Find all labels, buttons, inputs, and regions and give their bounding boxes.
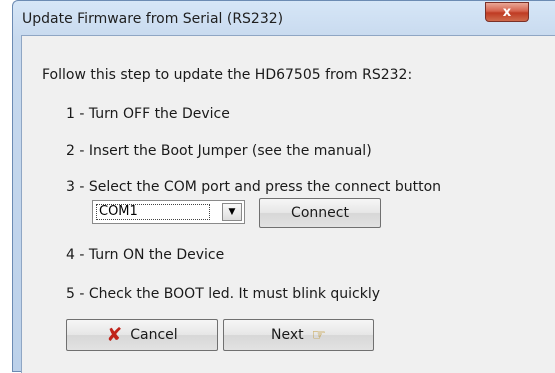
connect-button[interactable]: Connect xyxy=(259,198,381,228)
close-icon: x xyxy=(502,4,512,20)
window-title: Update Firmware from Serial (RS232) xyxy=(22,11,284,27)
step-4-text: 4 - Turn ON the Device xyxy=(66,247,225,263)
connect-label: Connect xyxy=(291,205,349,221)
cancel-button[interactable]: ✘ Cancel xyxy=(66,319,218,351)
next-label: Next xyxy=(271,327,304,343)
title-bar[interactable]: Update Firmware from Serial (RS232) x xyxy=(13,1,555,35)
pointing-hand-icon: ☞ xyxy=(311,325,326,344)
step-2-text: 2 - Insert the Boot Jumper (see the manu… xyxy=(66,143,372,159)
step-3-text: 3 - Select the COM port and press the co… xyxy=(66,179,442,195)
step-1-text: 1 - Turn OFF the Device xyxy=(66,106,230,122)
cancel-label: Cancel xyxy=(130,327,178,343)
com-port-select[interactable]: COM1 ▼ xyxy=(92,200,245,224)
chevron-down-icon[interactable]: ▼ xyxy=(222,203,242,221)
com-port-value: COM1 xyxy=(96,204,210,220)
intro-text: Follow this step to update the HD67505 f… xyxy=(42,67,413,83)
next-button[interactable]: Next ☞ xyxy=(223,319,374,351)
close-button[interactable]: x xyxy=(485,2,529,22)
red-x-icon: ✘ xyxy=(106,323,123,346)
update-firmware-dialog: Update Firmware from Serial (RS232) x Fo… xyxy=(12,0,555,373)
step-5-text: 5 - Check the BOOT led. It must blink qu… xyxy=(66,286,381,302)
dialog-content: Follow this step to update the HD67505 f… xyxy=(21,35,555,373)
